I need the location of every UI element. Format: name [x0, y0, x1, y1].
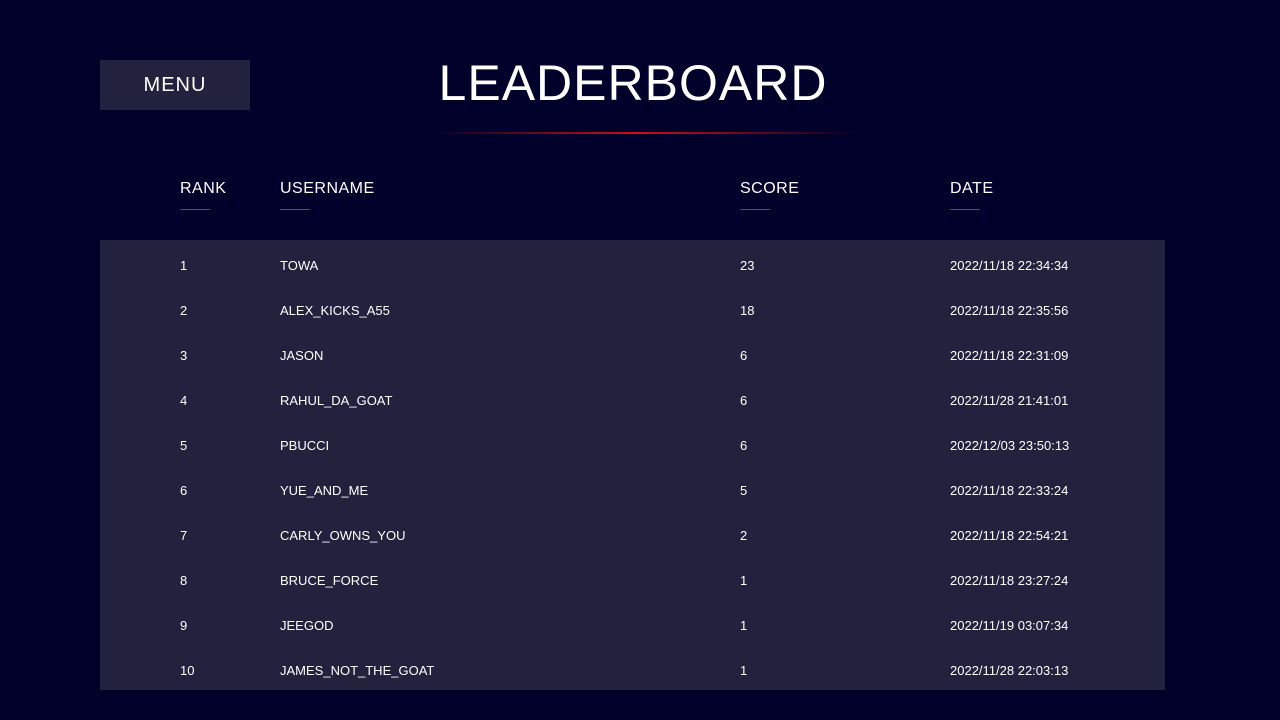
column-header-date-label: DATE: [950, 180, 994, 197]
date-cell: 2022/11/18 22:31:09: [950, 348, 1069, 363]
table-row: 4 RAHUL_DA_GOAT 6 2022/11/28 21:41:01: [100, 375, 1165, 420]
date-cell: 2022/11/18 22:54:21: [950, 528, 1069, 543]
rank-cell: 6: [180, 483, 188, 498]
date-cell: 2022/11/18 22:35:56: [950, 303, 1069, 318]
score-cell: 1: [740, 618, 748, 633]
username-cell: BRUCE_FORCE: [280, 573, 379, 588]
rank-cell: 2: [180, 303, 188, 318]
column-header-username: USERNAME: [280, 180, 375, 210]
column-header-score: SCORE: [740, 180, 799, 210]
rank-cell: 1: [180, 258, 188, 273]
column-header-username-label: USERNAME: [280, 180, 375, 197]
column-header-username-underline: [280, 209, 310, 210]
username-cell: JAMES_NOT_THE_GOAT: [280, 663, 435, 678]
column-header-score-underline: [740, 209, 770, 210]
title-underline: [430, 132, 860, 134]
menu-button[interactable]: MENU: [100, 60, 250, 110]
date-cell: 2022/12/03 23:50:13: [950, 438, 1070, 453]
score-cell: 6: [740, 348, 748, 363]
score-cell: 6: [740, 393, 748, 408]
table-row: 8 BRUCE_FORCE 1 2022/11/18 23:27:24: [100, 555, 1165, 600]
date-cell: 2022/11/18 23:27:24: [950, 573, 1069, 588]
column-header-rank: RANK: [180, 180, 226, 210]
column-header-rank-underline: [180, 209, 210, 210]
menu-button-label: MENU: [143, 73, 207, 96]
column-header-score-label: SCORE: [740, 180, 800, 197]
score-cell: 2: [740, 528, 748, 543]
username-cell: JEEGOD: [280, 618, 334, 633]
score-cell: 23: [740, 258, 755, 273]
column-header-date-underline: [950, 209, 980, 210]
table-row: 2 ALEX_KICKS_A55 18 2022/11/18 22:35:56: [100, 285, 1165, 330]
table-row: 1 TOWA 23 2022/11/18 22:34:34: [100, 240, 1165, 285]
username-cell: JASON: [280, 348, 324, 363]
table-row: 10 JAMES_NOT_THE_GOAT 1 2022/11/28 22:03…: [100, 645, 1165, 690]
date-cell: 2022/11/28 22:03:13: [950, 663, 1069, 678]
column-header-rank-label: RANK: [180, 180, 227, 197]
username-cell: CARLY_OWNS_YOU: [280, 528, 406, 543]
rank-cell: 10: [180, 663, 195, 678]
username-cell: YUE_AND_ME: [280, 483, 369, 498]
page-title: LEADERBOARD: [438, 55, 828, 111]
username-cell: PBUCCI: [280, 438, 330, 453]
date-cell: 2022/11/28 21:41:01: [950, 393, 1069, 408]
rank-cell: 4: [180, 393, 188, 408]
leaderboard-table: 1 TOWA 23 2022/11/18 22:34:34 2 ALEX_KIC…: [100, 240, 1165, 690]
username-cell: RAHUL_DA_GOAT: [280, 393, 393, 408]
rank-cell: 3: [180, 348, 188, 363]
table-row: 3 JASON 6 2022/11/18 22:31:09: [100, 330, 1165, 375]
table-row: 9 JEEGOD 1 2022/11/19 03:07:34: [100, 600, 1165, 645]
date-cell: 2022/11/18 22:34:34: [950, 258, 1069, 273]
score-cell: 5: [740, 483, 748, 498]
date-cell: 2022/11/19 03:07:34: [950, 618, 1069, 633]
score-cell: 1: [740, 573, 748, 588]
rank-cell: 5: [180, 438, 188, 453]
score-cell: 6: [740, 438, 748, 453]
username-cell: TOWA: [280, 258, 319, 273]
table-row: 5 PBUCCI 6 2022/12/03 23:50:13: [100, 420, 1165, 465]
rank-cell: 9: [180, 618, 188, 633]
table-row: 7 CARLY_OWNS_YOU 2 2022/11/18 22:54:21: [100, 510, 1165, 555]
table-row: 6 YUE_AND_ME 5 2022/11/18 22:33:24: [100, 465, 1165, 510]
rank-cell: 7: [180, 528, 188, 543]
score-cell: 18: [740, 303, 755, 318]
date-cell: 2022/11/18 22:33:24: [950, 483, 1069, 498]
rank-cell: 8: [180, 573, 188, 588]
score-cell: 1: [740, 663, 748, 678]
username-cell: ALEX_KICKS_A55: [280, 303, 390, 318]
column-header-date: DATE: [950, 180, 993, 210]
